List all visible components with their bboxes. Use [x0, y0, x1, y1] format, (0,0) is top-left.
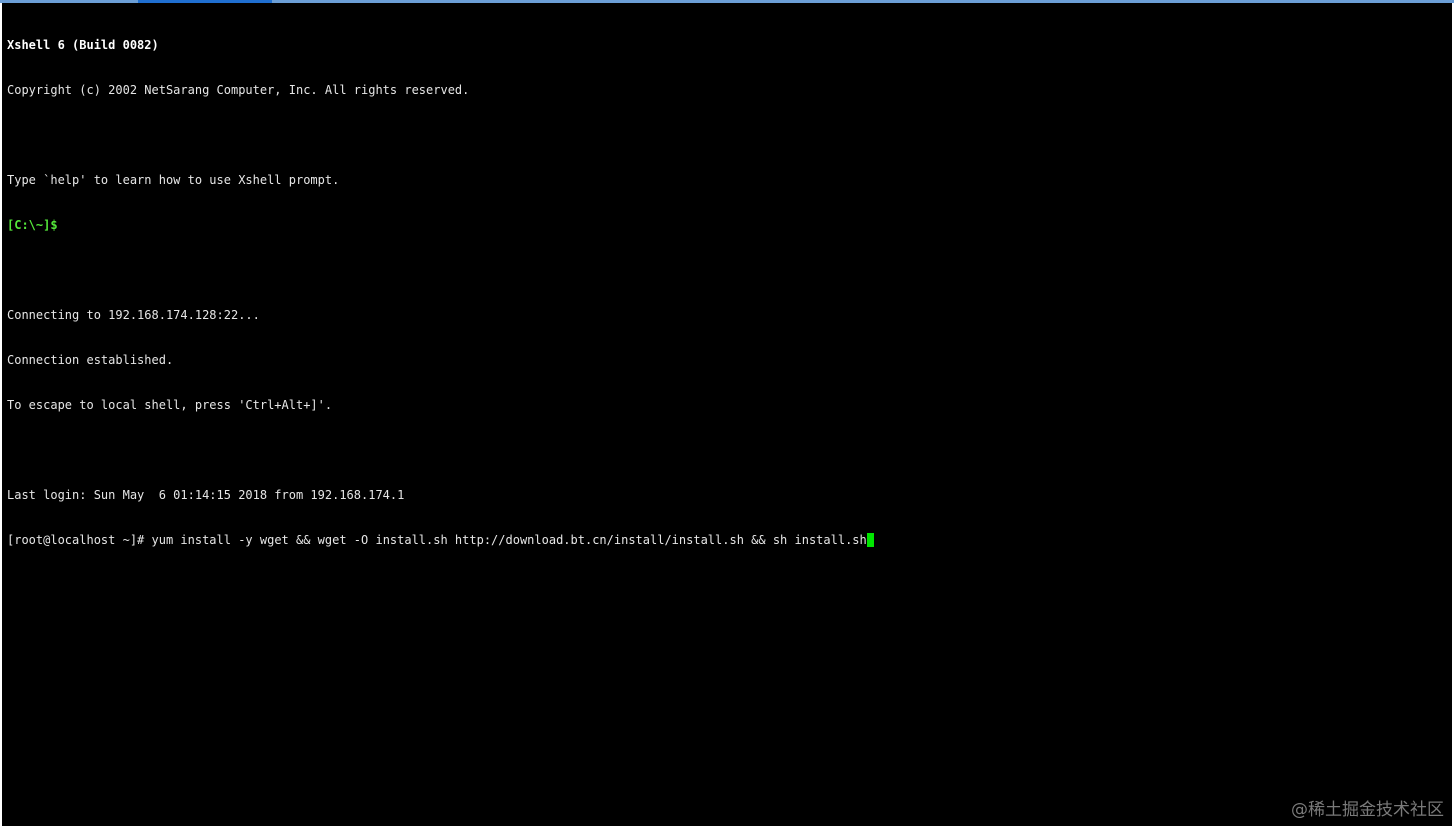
local-shell-prompt: [C:\~]$ — [7, 218, 58, 232]
command-input[interactable]: yum install -y wget && wget -O install.s… — [152, 533, 867, 547]
terminal-connecting: Connecting to 192.168.174.128:22... — [7, 308, 260, 322]
terminal-copyright: Copyright (c) 2002 NetSarang Computer, I… — [7, 83, 470, 97]
terminal-header-title: Xshell 6 (Build 0082) — [7, 38, 159, 52]
terminal-output: Xshell 6 (Build 0082) Copyright (c) 2002… — [7, 8, 874, 578]
terminal-established: Connection established. — [7, 353, 174, 367]
watermark-text: @稀土掘金技术社区 — [1291, 800, 1444, 820]
terminal-console[interactable]: Xshell 6 (Build 0082) Copyright (c) 2002… — [2, 3, 1452, 826]
xshell-window: Xshell 6 (Build 0082) Copyright (c) 2002… — [0, 0, 1454, 826]
terminal-help-hint: Type `help' to learn how to use Xshell p… — [7, 173, 340, 187]
terminal-last-login: Last login: Sun May 6 01:14:15 2018 from… — [7, 488, 405, 502]
text-cursor — [866, 533, 874, 547]
terminal-escape-hint: To escape to local shell, press 'Ctrl+Al… — [7, 398, 333, 412]
command-line[interactable]: [root@localhost ~]# yum install -y wget … — [7, 533, 874, 548]
remote-shell-prompt: [root@localhost ~]# — [7, 533, 152, 547]
